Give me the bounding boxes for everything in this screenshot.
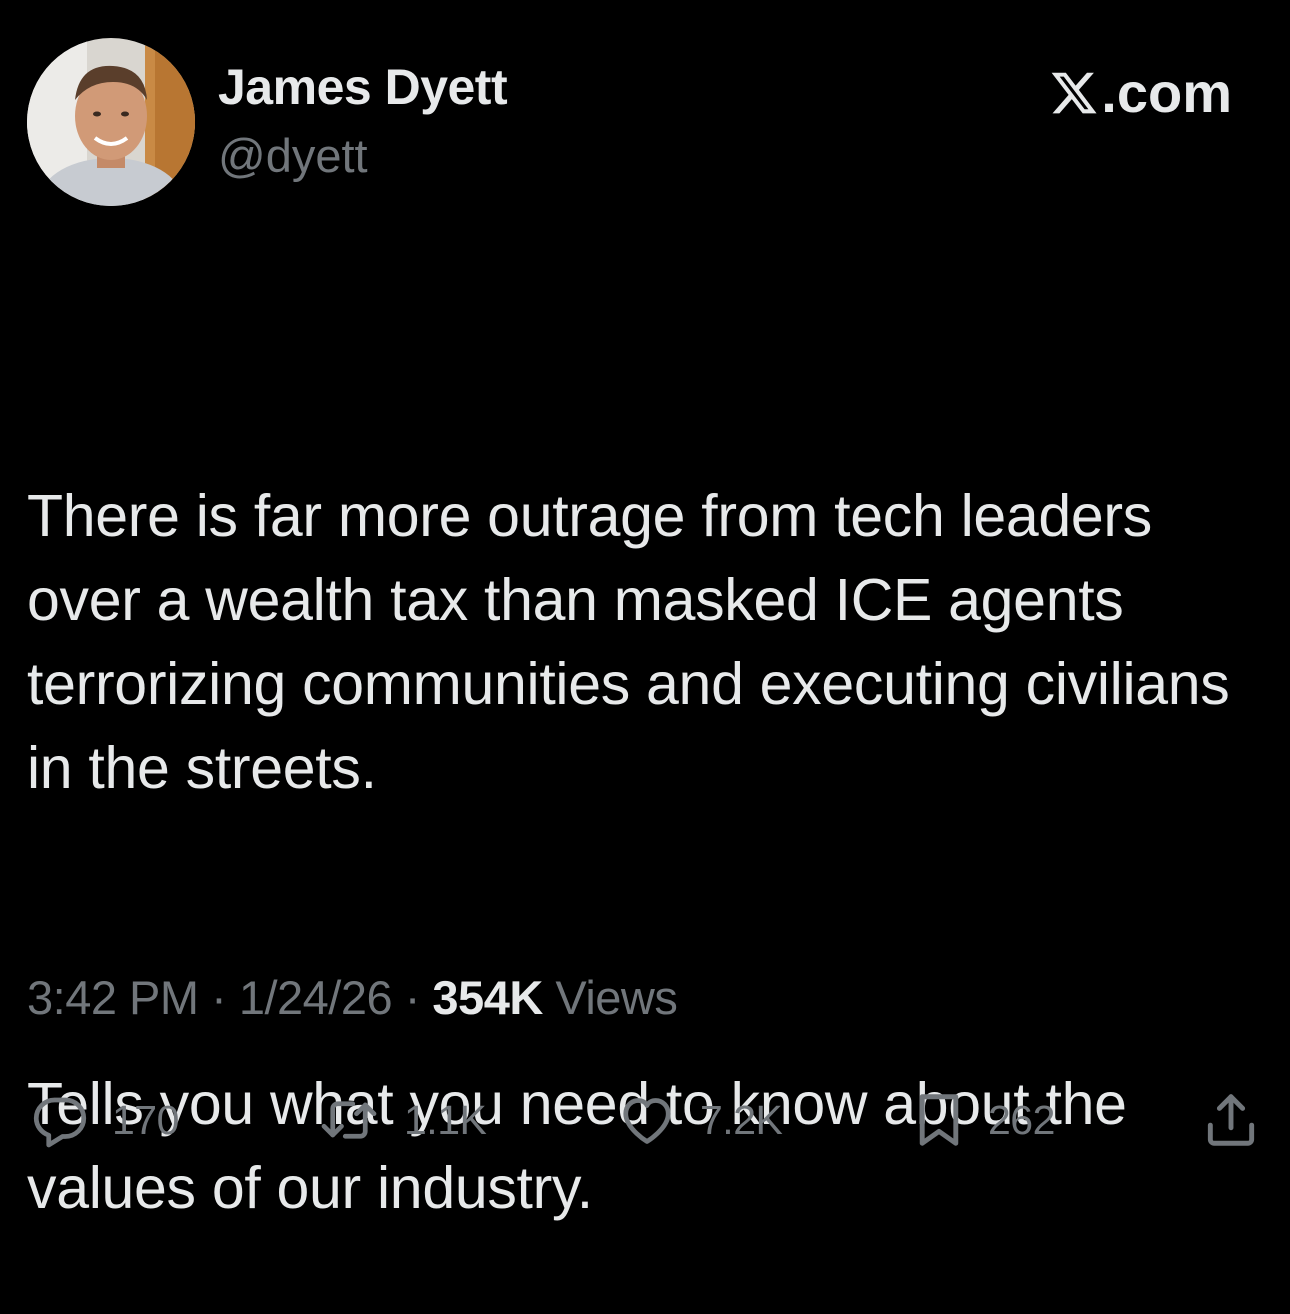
reply-button[interactable]: 170	[30, 1085, 179, 1155]
action-bar: 170 1.1K 7.2K 262	[0, 1085, 1290, 1155]
brand-watermark: .com	[1049, 60, 1232, 125]
x-logo-icon	[1049, 68, 1099, 118]
share-button[interactable]	[1200, 1085, 1262, 1155]
repost-button[interactable]: 1.1K	[316, 1085, 487, 1155]
repost-count: 1.1K	[404, 1096, 487, 1143]
tweet-date[interactable]: 1/24/26	[239, 971, 393, 1024]
meta-separator: ·	[404, 971, 421, 1024]
tweet-paragraph: There is far more outrage from tech lead…	[27, 483, 1246, 801]
tweet-meta: 3:42 PM · 1/24/26 · 354K Views	[27, 970, 678, 1025]
share-icon	[1200, 1089, 1262, 1151]
author-display-name[interactable]: James Dyett	[218, 58, 508, 116]
like-count: 7.2K	[700, 1096, 783, 1143]
meta-separator: ·	[211, 971, 227, 1024]
tweet-text: There is far more outrage from tech lead…	[27, 306, 1267, 1314]
avatar[interactable]	[27, 38, 195, 206]
like-button[interactable]: 7.2K	[616, 1085, 783, 1155]
repost-icon	[316, 1090, 382, 1150]
bookmark-button[interactable]: 262	[912, 1085, 1055, 1155]
bookmark-icon	[912, 1089, 966, 1151]
reply-icon	[30, 1090, 90, 1150]
brand-label: .com	[1101, 61, 1232, 124]
author-handle[interactable]: @dyett	[218, 128, 368, 183]
views-label: Views	[555, 971, 678, 1024]
views-count: 354K	[432, 971, 543, 1024]
avatar-photo	[27, 38, 195, 206]
bookmark-count: 262	[988, 1096, 1055, 1143]
tweet-time[interactable]: 3:42 PM	[27, 971, 199, 1024]
heart-icon	[616, 1090, 678, 1150]
reply-count: 170	[112, 1096, 179, 1143]
